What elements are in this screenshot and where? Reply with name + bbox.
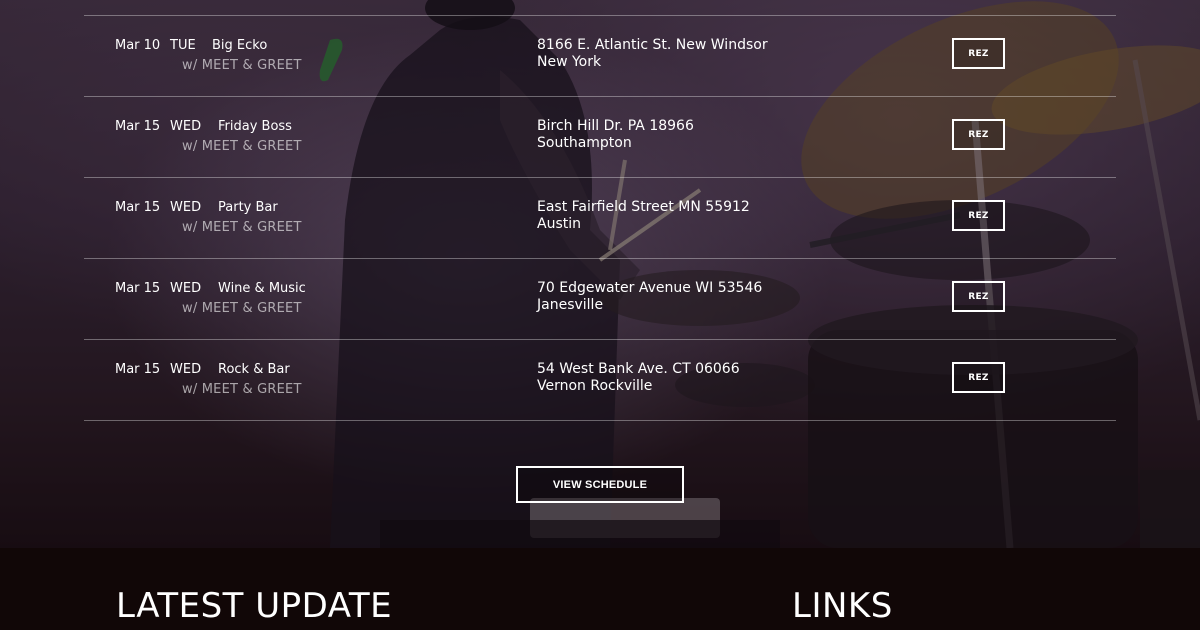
- address-line-2: New York: [537, 54, 602, 70]
- rez-button[interactable]: REZ: [952, 119, 1005, 150]
- tour-date: Mar 15: [115, 281, 161, 296]
- rez-button[interactable]: REZ: [952, 362, 1005, 393]
- address-line-1: East Fairfield Street MN 55912: [537, 199, 750, 215]
- tour-day: WED: [170, 281, 202, 296]
- tour-date: Mar 15: [115, 200, 161, 215]
- rez-button[interactable]: REZ: [952, 281, 1005, 312]
- tour-address: 70 Edgewater Avenue WI 53546 Janesville: [537, 280, 762, 314]
- rez-button[interactable]: REZ: [952, 38, 1005, 69]
- tour-address: 54 West Bank Ave. CT 06066 Vernon Rockvi…: [537, 361, 740, 395]
- links-heading: LINKS: [792, 586, 893, 626]
- tour-row: Mar 15 WED Rock & Bar w/ MEET & GREET 54…: [84, 339, 1116, 421]
- tour-day: TUE: [170, 38, 196, 53]
- tour-date: Mar 15: [115, 119, 161, 134]
- tour-extra-note: w/ MEET & GREET: [182, 220, 302, 235]
- tour-row: Mar 15 WED Party Bar w/ MEET & GREET Eas…: [84, 177, 1116, 258]
- latest-update-heading: LATEST UPDATE: [116, 586, 393, 626]
- page: Mar 10 TUE Big Ecko w/ MEET & GREET 8166…: [0, 0, 1200, 630]
- tour-day: WED: [170, 362, 202, 377]
- rez-button[interactable]: REZ: [952, 200, 1005, 231]
- tour-address: Birch Hill Dr. PA 18966 Southampton: [537, 118, 694, 152]
- tour-row: Mar 15 WED Wine & Music w/ MEET & GREET …: [84, 258, 1116, 339]
- tour-row: Mar 15 WED Friday Boss w/ MEET & GREET B…: [84, 96, 1116, 177]
- tour-address: 8166 E. Atlantic St. New Windsor New Yor…: [537, 37, 768, 71]
- address-line-2: Southampton: [537, 135, 632, 151]
- tour-venue: Wine & Music: [218, 281, 306, 296]
- address-line-1: 8166 E. Atlantic St. New Windsor: [537, 37, 768, 53]
- tour-dates-section: Mar 10 TUE Big Ecko w/ MEET & GREET 8166…: [0, 0, 1200, 548]
- tour-extra-note: w/ MEET & GREET: [182, 382, 302, 397]
- tour-date: Mar 15: [115, 362, 161, 377]
- tour-venue: Rock & Bar: [218, 362, 290, 377]
- tour-venue: Big Ecko: [212, 38, 268, 53]
- address-line-2: Vernon Rockville: [537, 378, 653, 394]
- tour-date: Mar 10: [115, 38, 161, 53]
- tour-day: WED: [170, 119, 202, 134]
- footer: LATEST UPDATE LINKS: [0, 548, 1200, 630]
- tour-venue: Party Bar: [218, 200, 278, 215]
- tour-dates-list: Mar 10 TUE Big Ecko w/ MEET & GREET 8166…: [84, 15, 1116, 421]
- tour-row: Mar 10 TUE Big Ecko w/ MEET & GREET 8166…: [84, 15, 1116, 96]
- tour-address: East Fairfield Street MN 55912 Austin: [537, 199, 750, 233]
- address-line-1: Birch Hill Dr. PA 18966: [537, 118, 694, 134]
- address-line-1: 70 Edgewater Avenue WI 53546: [537, 280, 763, 296]
- view-schedule-button[interactable]: VIEW SCHEDULE: [516, 466, 684, 503]
- address-line-2: Austin: [537, 216, 581, 232]
- tour-extra-note: w/ MEET & GREET: [182, 301, 302, 316]
- tour-extra-note: w/ MEET & GREET: [182, 58, 302, 73]
- address-line-2: Janesville: [537, 297, 604, 313]
- tour-extra-note: w/ MEET & GREET: [182, 139, 302, 154]
- tour-day: WED: [170, 200, 202, 215]
- address-line-1: 54 West Bank Ave. CT 06066: [537, 361, 740, 377]
- tour-venue: Friday Boss: [218, 119, 292, 134]
